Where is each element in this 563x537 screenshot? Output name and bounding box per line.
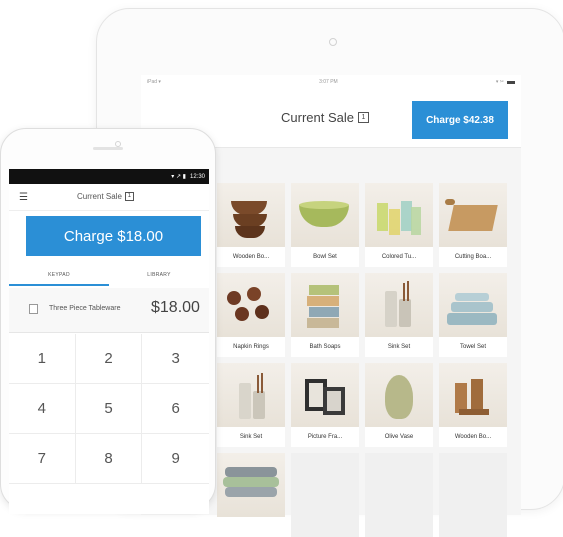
item-label: Cutting Boa... [454, 254, 492, 260]
tab-library[interactable]: LIBRARY [109, 264, 209, 286]
keypad-key[interactable]: 2 [75, 334, 143, 384]
keypad-key[interactable]: 1 [9, 334, 76, 384]
phone-status-time: 12:30 [189, 173, 205, 180]
empty-tile [291, 453, 359, 537]
item-tile[interactable]: Wooden Bo... [217, 183, 285, 267]
empty-tile [365, 453, 433, 537]
phone-tabs: KEYPAD LIBRARY [9, 264, 209, 286]
keypad-key[interactable]: 8 [75, 434, 143, 484]
keypad-key[interactable]: 5 [75, 384, 143, 434]
tablet-status-right: ▾ ✂ [496, 79, 515, 85]
item-tile[interactable]: Picture Fra... [291, 363, 359, 447]
keypad-key[interactable]: 7 [9, 434, 76, 484]
keypad-key[interactable]: 3 [142, 334, 209, 384]
bowl-icon [291, 183, 359, 247]
item-label: Wooden Bo... [232, 254, 270, 260]
item-tile[interactable]: Sink Set [217, 363, 285, 447]
item-label: Towel Set [459, 344, 486, 350]
phone-header: ☰ Current Sale 1 [9, 184, 209, 211]
phone-current-sale-title[interactable]: Current Sale 1 [77, 192, 134, 201]
item-label: Olive Vase [384, 434, 414, 440]
item-tile[interactable]: Colored Tu... [365, 183, 433, 267]
phone-charge-button[interactable]: Charge $18.00 [26, 216, 201, 256]
sink-set-icon [365, 273, 433, 337]
menu-icon[interactable]: ☰ [19, 192, 28, 203]
item-label: Picture Fra... [307, 434, 343, 440]
wooden-bowls-icon [217, 183, 285, 247]
item-tile[interactable]: Wooden Bo... [439, 363, 507, 447]
battery-icon [507, 80, 515, 84]
line-item-name: Three Piece Tableware [49, 305, 121, 312]
tablet-status-time: 3:07 PM [319, 79, 338, 85]
phone-status-icons: ▾ ↗ ▮ [171, 174, 186, 180]
tumblers-icon [365, 183, 433, 247]
sale-line-item[interactable]: Three Piece Tableware $18.00 [9, 288, 209, 333]
line-item-price: $18.00 [151, 299, 200, 316]
tablet-camera [329, 38, 337, 46]
item-label: Colored Tu... [381, 254, 417, 260]
item-tile[interactable]: Napkin Rings [217, 273, 285, 357]
item-tile[interactable]: Bowl Set [291, 183, 359, 267]
item-tile[interactable]: Cutting Boa... [439, 183, 507, 267]
item-tile[interactable] [217, 453, 285, 537]
tablet-status-icons: ▾ ✂ [495, 79, 504, 85]
empty-tile [439, 453, 507, 537]
tablet-charge-button[interactable]: Charge $42.38 [412, 101, 508, 139]
item-tile[interactable]: Olive Vase [365, 363, 433, 447]
tablet-title-text: Current Sale [281, 110, 354, 125]
keypad: 1 2 3 4 5 6 7 8 9 [9, 334, 209, 484]
cutting-board-icon [439, 183, 507, 247]
phone-screen: ☰ Current Sale 1 Charge $18.00 KEYPAD LI… [9, 184, 209, 514]
item-label: Wooden Bo... [454, 434, 492, 440]
tablet-status-carrier: iPad ▾ [147, 79, 161, 85]
vase-icon [365, 363, 433, 427]
towels-icon [439, 273, 507, 337]
sink-set-icon [217, 363, 285, 427]
phone-speaker [93, 147, 123, 150]
phone-bezel-top [1, 129, 215, 169]
phone-title-text: Current Sale [77, 192, 122, 201]
item-tile[interactable]: Towel Set [439, 273, 507, 357]
soaps-icon [291, 273, 359, 337]
item-checkbox-icon[interactable] [29, 304, 38, 314]
item-label: Bath Soaps [309, 344, 341, 350]
item-tile[interactable]: Bath Soaps [291, 273, 359, 357]
wooden-boxes-icon [439, 363, 507, 427]
stacked-cushions-icon [217, 453, 285, 517]
phone-status-bar: ▾ ↗ ▮ 12:30 [9, 169, 209, 184]
sale-count-badge: 1 [357, 112, 369, 123]
item-label: Bowl Set [313, 254, 337, 260]
phone-camera [115, 141, 121, 147]
tablet-current-sale-title[interactable]: Current Sale 1 [281, 110, 369, 125]
keypad-key[interactable]: 4 [9, 384, 76, 434]
item-label: Napkin Rings [233, 344, 269, 350]
item-label: Sink Set [387, 344, 411, 350]
tablet-status-bar: iPad ▾ 3:07 PM ▾ ✂ [141, 75, 521, 89]
sale-count-badge: 1 [124, 192, 134, 201]
tab-keypad[interactable]: KEYPAD [9, 264, 109, 286]
item-tile[interactable]: Sink Set [365, 273, 433, 357]
picture-frames-icon [291, 363, 359, 427]
phone-device: ▾ ↗ ▮ 12:30 ☰ Current Sale 1 Charge $18.… [0, 128, 216, 514]
keypad-key[interactable]: 9 [142, 434, 209, 484]
item-grid: Wooden Bo... Bowl Set Colored Tu... Cutt… [217, 183, 521, 537]
item-label: Sink Set [239, 434, 263, 440]
napkin-rings-icon [217, 273, 285, 337]
item-label [217, 517, 285, 537]
keypad-key[interactable]: 6 [142, 384, 209, 434]
